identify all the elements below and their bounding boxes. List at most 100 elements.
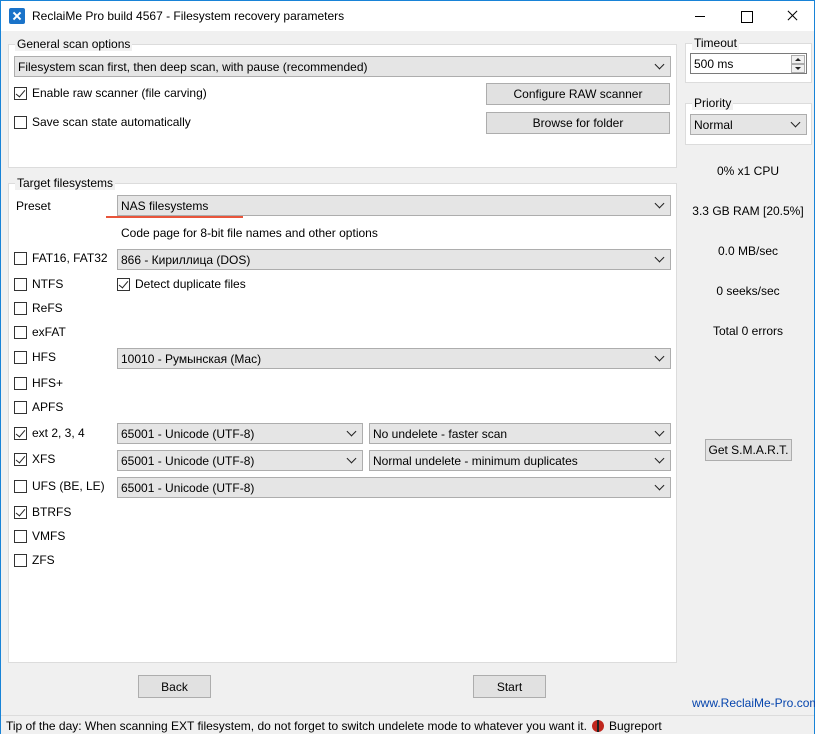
fs-vmfs-label: VMFS [32, 529, 66, 543]
fs-ufs-row[interactable]: UFS (BE, LE) [14, 479, 114, 495]
detect-duplicates-row[interactable]: Detect duplicate files [117, 277, 317, 293]
preset-underline [106, 216, 243, 218]
fs-exfat-label: exFAT [32, 325, 66, 339]
configure-raw-scanner-button[interactable]: Configure RAW scanner [486, 83, 670, 105]
read-speed: 0.0 MB/sec [717, 244, 779, 258]
website-link[interactable]: www.ReclaiMe-Pro.com [692, 696, 815, 710]
fs-ext-row[interactable]: ext 2, 3, 4 [14, 426, 114, 442]
spin-down-icon[interactable] [791, 64, 805, 73]
close-button[interactable] [769, 1, 815, 31]
bug-icon[interactable] [592, 720, 604, 732]
fs-apfs-row[interactable]: APFS [14, 400, 114, 416]
fs-btrfs-label: BTRFS [32, 505, 72, 519]
fs-xfs-checkbox[interactable] [14, 453, 27, 466]
raw-scanner-checkbox-row[interactable]: Enable raw scanner (file carving) [14, 86, 274, 102]
fs-fat-checkbox[interactable] [14, 252, 27, 265]
ext-undelete-dropdown[interactable]: No undelete - faster scan [369, 423, 671, 444]
minimize-button[interactable] [677, 1, 723, 31]
spin-up-icon[interactable] [791, 55, 805, 64]
chevron-down-icon [654, 426, 665, 437]
chevron-down-icon [654, 59, 665, 70]
fs-xfs-row[interactable]: XFS [14, 452, 114, 468]
fs-fat-row[interactable]: FAT16, FAT32 [14, 251, 114, 267]
fs-refs-row[interactable]: ReFS [14, 301, 114, 317]
priority-label: Priority [692, 96, 734, 110]
fs-hfs-row[interactable]: HFS [14, 350, 114, 366]
preset-label: Preset [16, 199, 51, 213]
codepage-note: Code page for 8-bit file names and other… [121, 226, 378, 240]
fs-refs-label: ReFS [32, 301, 63, 315]
priority-value: Normal [694, 118, 733, 132]
fs-ext-label: ext 2, 3, 4 [32, 426, 85, 440]
ext-undelete-value: No undelete - faster scan [373, 427, 508, 441]
fs-refs-checkbox[interactable] [14, 302, 27, 315]
chevron-down-icon [654, 453, 665, 464]
scan-mode-value: Filesystem scan first, then deep scan, w… [18, 60, 368, 74]
xfs-undelete-dropdown[interactable]: Normal undelete - minimum duplicates [369, 450, 671, 471]
fat-codepage-dropdown[interactable]: 866 - Кириллица (DOS) [117, 249, 671, 270]
chevron-down-icon [654, 252, 665, 263]
get-smart-button[interactable]: Get S.M.A.R.T. [705, 439, 792, 461]
fs-hfsplus-checkbox[interactable] [14, 377, 27, 390]
fs-zfs-checkbox[interactable] [14, 554, 27, 567]
xfs-codepage-value: 65001 - Unicode (UTF-8) [121, 454, 255, 468]
ram-usage: 3.3 GB RAM [20.5%] [692, 204, 804, 218]
fs-ntfs-label: NTFS [32, 277, 64, 291]
timeout-value: 500 ms [694, 57, 734, 71]
detect-duplicates-label: Detect duplicate files [135, 277, 246, 291]
target-filesystems-title: Target filesystems [15, 176, 116, 190]
status-bar: Tip of the day: When scanning EXT filesy… [1, 715, 814, 734]
detect-duplicates-checkbox[interactable] [117, 278, 130, 291]
bugreport-link[interactable]: Bugreport [609, 719, 662, 733]
fs-apfs-checkbox[interactable] [14, 401, 27, 414]
raw-scanner-checkbox[interactable] [14, 87, 27, 100]
fs-hfs-label: HFS [32, 350, 56, 364]
browse-for-folder-button[interactable]: Browse for folder [486, 112, 670, 134]
fs-hfs-checkbox[interactable] [14, 351, 27, 364]
priority-dropdown[interactable]: Normal [690, 114, 807, 135]
fs-exfat-row[interactable]: exFAT [14, 325, 114, 341]
preset-value: NAS filesystems [121, 199, 209, 213]
ext-codepage-value: 65001 - Unicode (UTF-8) [121, 427, 255, 441]
ufs-codepage-dropdown[interactable]: 65001 - Unicode (UTF-8) [117, 477, 671, 498]
fs-xfs-label: XFS [32, 452, 56, 466]
fs-hfsplus-label: HFS+ [32, 376, 64, 390]
chevron-down-icon [790, 117, 801, 128]
fs-ufs-checkbox[interactable] [14, 480, 27, 493]
maximize-button[interactable] [723, 1, 769, 31]
save-state-checkbox-row[interactable]: Save scan state automatically [14, 115, 274, 131]
hfs-codepage-dropdown[interactable]: 10010 - Румынская (Mac) [117, 348, 671, 369]
title-bar: ReclaiMe Pro build 4567 - Filesystem rec… [1, 1, 814, 31]
fs-ntfs-row[interactable]: NTFS [14, 277, 114, 293]
fs-zfs-row[interactable]: ZFS [14, 553, 114, 569]
fs-ext-checkbox[interactable] [14, 427, 27, 440]
chevron-down-icon [654, 351, 665, 362]
fs-ufs-label: UFS (BE, LE) [32, 479, 105, 493]
timeout-spinbox[interactable]: 500 ms [690, 53, 807, 74]
scan-mode-dropdown[interactable]: Filesystem scan first, then deep scan, w… [14, 56, 671, 77]
timeout-label: Timeout [692, 36, 739, 50]
fs-btrfs-row[interactable]: BTRFS [14, 505, 114, 521]
main-window: ReclaiMe Pro build 4567 - Filesystem rec… [0, 0, 815, 734]
fs-hfsplus-row[interactable]: HFS+ [14, 376, 114, 392]
save-state-checkbox[interactable] [14, 116, 27, 129]
app-icon [9, 8, 25, 24]
cpu-usage: 0% x1 CPU [716, 164, 780, 178]
window-title: ReclaiMe Pro build 4567 - Filesystem rec… [32, 9, 345, 23]
chevron-down-icon [346, 426, 357, 437]
tip-of-the-day: Tip of the day: When scanning EXT filesy… [6, 719, 587, 733]
start-button[interactable]: Start [473, 675, 546, 698]
xfs-codepage-dropdown[interactable]: 65001 - Unicode (UTF-8) [117, 450, 363, 471]
chevron-down-icon [654, 480, 665, 491]
ext-codepage-dropdown[interactable]: 65001 - Unicode (UTF-8) [117, 423, 363, 444]
general-scan-options-title: General scan options [15, 37, 133, 51]
fs-vmfs-row[interactable]: VMFS [14, 529, 114, 545]
fs-vmfs-checkbox[interactable] [14, 530, 27, 543]
fs-apfs-label: APFS [32, 400, 64, 414]
fs-ntfs-checkbox[interactable] [14, 278, 27, 291]
back-button[interactable]: Back [138, 675, 211, 698]
preset-dropdown[interactable]: NAS filesystems [117, 195, 671, 216]
fs-exfat-checkbox[interactable] [14, 326, 27, 339]
xfs-undelete-value: Normal undelete - minimum duplicates [373, 454, 578, 468]
fs-btrfs-checkbox[interactable] [14, 506, 27, 519]
